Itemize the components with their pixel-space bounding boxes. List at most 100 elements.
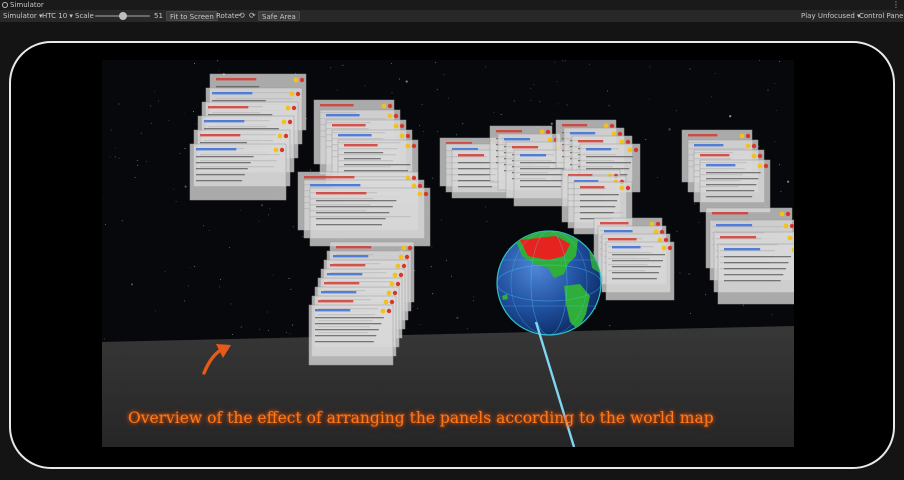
kebab-menu-icon[interactable]: ⋮	[892, 0, 900, 10]
play-focus-dropdown[interactable]: Play Unfocused ▾	[801, 10, 861, 22]
star	[258, 328, 260, 330]
emoji-icon	[609, 123, 615, 129]
scene-caption: Overview of the effect of arranging the …	[128, 409, 714, 427]
star	[609, 325, 611, 326]
panel-title-line	[212, 92, 253, 95]
panel-text-line	[520, 180, 563, 182]
panel-text-line	[612, 272, 659, 274]
panel-text-line	[204, 128, 279, 130]
emoji-icon	[783, 223, 789, 229]
panel-title-line	[336, 246, 372, 249]
star	[267, 329, 269, 331]
scale-slider[interactable]	[95, 12, 150, 20]
control-panel-button[interactable]: Control Panel	[859, 10, 904, 22]
star	[391, 92, 393, 94]
star	[258, 220, 260, 222]
panel-text-line	[706, 196, 753, 198]
star	[269, 208, 271, 210]
panel-title-line	[720, 236, 757, 239]
panel-text-line	[458, 186, 493, 188]
star	[432, 177, 434, 179]
rotate-label: Rotate	[216, 12, 239, 20]
emoji-icon	[395, 263, 401, 269]
star	[172, 188, 174, 190]
emoji-icon	[386, 308, 392, 314]
panel-title-line	[724, 248, 761, 251]
star	[194, 265, 196, 267]
star	[175, 201, 177, 202]
panel-text-line	[706, 172, 761, 174]
star	[154, 310, 156, 312]
fit-to-screen-button[interactable]: Fit to Screen	[166, 11, 218, 21]
star	[455, 134, 457, 136]
star	[342, 64, 344, 66]
device-dropdown[interactable]: HTC 10 ▾	[42, 10, 73, 22]
emoji-icon	[653, 229, 659, 235]
star	[550, 122, 553, 125]
panel-title-line	[332, 124, 366, 127]
rotate-left-icon[interactable]: ⟲	[238, 10, 245, 22]
star	[164, 271, 166, 273]
emoji-icon	[619, 185, 625, 191]
star	[188, 285, 190, 287]
emoji-icon	[389, 299, 395, 305]
star	[445, 259, 447, 261]
emoji-icon	[763, 163, 769, 169]
emoji-icon	[291, 105, 297, 111]
star	[195, 123, 197, 125]
mode-dropdown[interactable]: Simulator ▾	[3, 10, 43, 22]
panel-text-line	[724, 262, 789, 264]
star	[729, 115, 732, 118]
star	[192, 111, 194, 113]
star	[419, 125, 421, 126]
panel-text-line	[212, 100, 266, 102]
emoji-icon	[405, 133, 411, 139]
emoji-icon	[387, 113, 393, 119]
game-screen[interactable]: Overview of the effect of arranging the …	[102, 60, 794, 447]
play-focus-label: Play Unfocused	[801, 12, 855, 20]
star	[272, 274, 274, 276]
star	[240, 209, 241, 211]
star	[771, 314, 773, 316]
panel-title-line	[706, 164, 736, 167]
panel-text-line	[724, 280, 781, 282]
panel-title-line	[496, 130, 523, 133]
star	[168, 120, 170, 121]
emoji-icon	[739, 133, 745, 139]
star	[607, 90, 608, 92]
star	[485, 66, 487, 68]
panel-text-line	[706, 190, 755, 192]
info-panel	[699, 159, 771, 213]
emoji-icon	[787, 235, 793, 241]
star	[421, 104, 423, 106]
star	[289, 333, 291, 335]
panel-text-line	[706, 184, 757, 186]
rotate-right-icon[interactable]: ⟳	[249, 10, 256, 22]
emoji-icon	[633, 147, 639, 153]
star	[217, 60, 219, 62]
star	[228, 246, 230, 248]
panel-text-line	[612, 260, 663, 262]
panel-title-line	[333, 255, 369, 258]
star	[456, 316, 459, 319]
star	[105, 224, 106, 226]
scale-slider-thumb[interactable]	[119, 12, 128, 20]
emoji-icon	[779, 211, 785, 217]
star	[330, 67, 332, 69]
info-panel	[605, 241, 675, 301]
star	[184, 185, 187, 188]
safe-area-button[interactable]: Safe Area	[258, 11, 300, 21]
emoji-icon	[757, 153, 763, 159]
panel-title-line	[600, 222, 629, 225]
star	[219, 279, 221, 280]
panel-text-line	[315, 335, 377, 337]
panel-title-line	[716, 224, 753, 227]
star	[431, 246, 433, 248]
star	[435, 62, 437, 64]
emoji-icon	[387, 103, 393, 109]
emoji-icon	[398, 254, 404, 260]
star	[437, 130, 438, 132]
panel-text-line	[344, 170, 408, 172]
simulator-tab[interactable]: Simulator	[2, 0, 44, 10]
emoji-icon	[285, 105, 291, 111]
